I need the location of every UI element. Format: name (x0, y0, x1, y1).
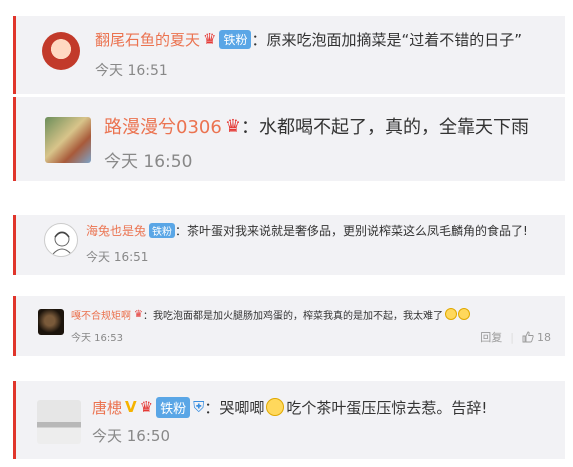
shy-emoji-icon (266, 398, 285, 416)
comment-card: 路漫漫兮0306 ♛ ： 水都喝不起了，真的，全靠天下雨 今天 16:50 (13, 97, 565, 181)
username-link[interactable]: 翻尾石鱼的夏天 (95, 29, 200, 50)
avatar[interactable] (38, 309, 64, 335)
sketch-girl-icon (52, 231, 72, 255)
username-link[interactable]: 唐槵 (92, 397, 122, 418)
avatar[interactable] (45, 117, 91, 163)
colon: ： (251, 30, 267, 49)
thumbs-up-icon (522, 331, 534, 343)
username-link[interactable]: 嘎不合规矩啊 (71, 307, 131, 322)
crown-icon: ♛ (134, 308, 143, 320)
comment-card: 翻尾石鱼的夏天 ♛ 铁粉 ： 原来吃泡面加摘菜是“过着不错的日子” 今天 16:… (13, 16, 565, 94)
timestamp: 今天 16:50 (92, 427, 170, 445)
crown-icon: ♛ (139, 398, 154, 416)
comment-text: 原来吃泡面加摘菜是“过着不错的日子” (266, 30, 523, 49)
reply-button[interactable]: 回复 (480, 329, 502, 345)
colon: ： (240, 117, 259, 138)
comment-line: 路漫漫兮0306 ♛ ： 水都喝不起了，真的，全靠天下雨 (104, 113, 529, 139)
comment-card: 嘎不合规矩啊 ♛ ： 我吃泡面都是加火腿肠加鸡蛋的，榨菜我真的是加不起，我太难了… (13, 296, 565, 356)
comment-line: 嘎不合规矩啊 ♛ ： 我吃泡面都是加火腿肠加鸡蛋的，榨菜我真的是加不起，我太难了 (71, 306, 470, 322)
fan-badge[interactable]: 铁粉 (156, 396, 191, 418)
comment-card: 海兔也是兔 铁粉 ： 茶叶蛋对我来说就是奢侈品，更别说榨菜这么凤毛麟角的食品了!… (13, 215, 565, 275)
shield-icon: ⛨ (193, 398, 205, 416)
comment-actions: 回复 | 18 (480, 329, 551, 345)
username-link[interactable]: 海兔也是兔 (86, 222, 146, 239)
like-button[interactable]: 18 (522, 331, 551, 344)
comment-line: 海兔也是兔 铁粉 ： 茶叶蛋对我来说就是奢侈品，更别说榨菜这么凤毛麟角的食品了! (86, 221, 528, 239)
verified-v-icon: V (125, 398, 137, 416)
comment-text-part1: 哭唧唧 (219, 398, 265, 417)
colon: ： (175, 223, 188, 238)
comment-line: 翻尾石鱼的夏天 ♛ 铁粉 ： 原来吃泡面加摘菜是“过着不错的日子” (95, 28, 522, 50)
avatar[interactable] (42, 32, 80, 70)
comment-text: 我吃泡面都是加火腿肠加鸡蛋的，榨菜我真的是加不起，我太难了 (152, 310, 443, 322)
crying-emoji-icon (457, 308, 470, 320)
divider: | (510, 330, 514, 344)
colon: ： (142, 310, 153, 322)
colon: ： (204, 398, 220, 417)
timestamp: 今天 16:53 (71, 333, 123, 344)
comment-text: 水都喝不起了，真的，全靠天下雨 (258, 117, 529, 138)
avatar[interactable] (37, 400, 81, 444)
comment-card: 唐槵 V ♛ 铁粉 ⛨ ： 哭唧唧 吃个茶叶蛋压压惊去惹。告辞! 今天 16:5… (13, 381, 565, 459)
like-count: 18 (537, 330, 551, 344)
timestamp: 今天 16:51 (95, 63, 168, 79)
crying-emoji-icon (444, 308, 457, 320)
fan-badge[interactable]: 铁粉 (149, 222, 176, 238)
crown-icon: ♛ (224, 115, 241, 137)
timestamp: 今天 16:51 (86, 250, 149, 264)
timestamp: 今天 16:50 (104, 152, 193, 172)
crown-icon: ♛ (203, 30, 217, 48)
comment-line: 唐槵 V ♛ 铁粉 ⛨ ： 哭唧唧 吃个茶叶蛋压压惊去惹。告辞! (92, 395, 487, 419)
username-link[interactable]: 路漫漫兮0306 (104, 113, 222, 139)
comment-text-part2: 吃个茶叶蛋压压惊去惹。告辞! (286, 398, 488, 417)
fan-badge[interactable]: 铁粉 (219, 29, 252, 49)
avatar[interactable] (44, 223, 78, 257)
comment-text: 茶叶蛋对我来说就是奢侈品，更别说榨菜这么凤毛麟角的食品了! (187, 223, 528, 238)
